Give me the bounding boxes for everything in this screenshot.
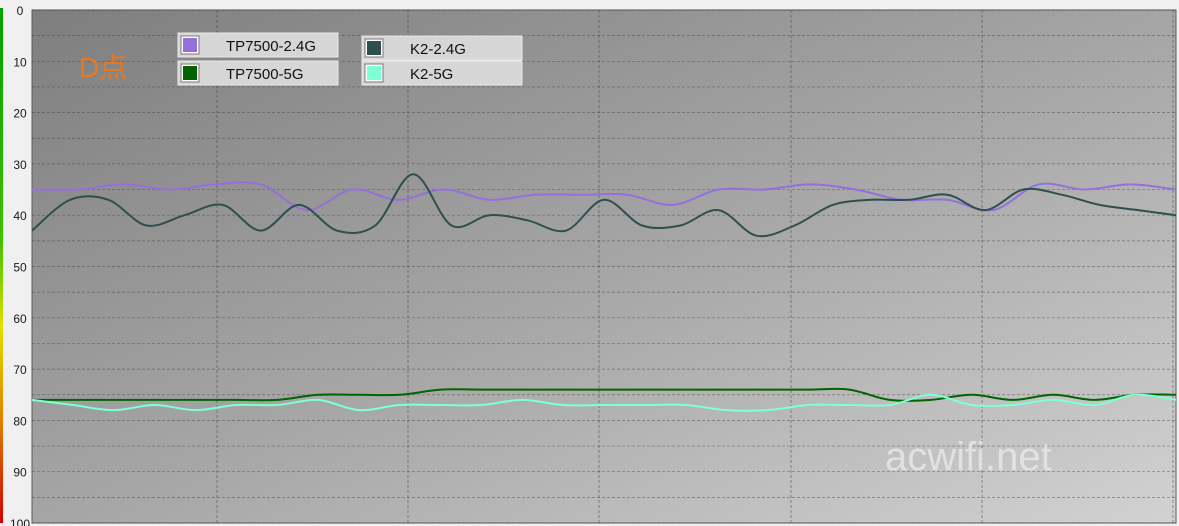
y-tick-label: 80 bbox=[13, 414, 27, 428]
legend-swatch bbox=[367, 41, 381, 55]
y-tick-label: 70 bbox=[13, 363, 27, 377]
legend-swatch bbox=[183, 66, 197, 80]
y-tick-label: 0 bbox=[17, 4, 24, 18]
y-tick-label: 30 bbox=[13, 158, 27, 172]
point-annotation: D点 bbox=[79, 52, 127, 83]
y-tick-label: 100 bbox=[10, 517, 30, 526]
legend-swatch bbox=[367, 66, 381, 80]
y-tick-label: 60 bbox=[13, 312, 27, 326]
legend-swatch bbox=[183, 38, 197, 52]
y-tick-label: 90 bbox=[13, 466, 27, 480]
watermark: acwifi.net bbox=[885, 435, 1052, 479]
y-tick-label: 40 bbox=[13, 209, 27, 223]
signal-chart: 0 10 20 30 40 50 60 70 80 90 100 D点 TP7500-2.4G K2-… bbox=[0, 0, 1179, 526]
y-tick-label: 20 bbox=[13, 107, 27, 121]
y-tick-label: 10 bbox=[13, 55, 27, 69]
legend-label: TP7500-2.4G bbox=[226, 38, 316, 55]
legend-label: TP7500-5G bbox=[226, 66, 304, 83]
y-tick-label: 50 bbox=[13, 261, 27, 275]
legend-label: K2-2.4G bbox=[410, 41, 466, 58]
signal-scale-bar bbox=[0, 8, 3, 523]
legend-label: K2-5G bbox=[410, 66, 453, 83]
